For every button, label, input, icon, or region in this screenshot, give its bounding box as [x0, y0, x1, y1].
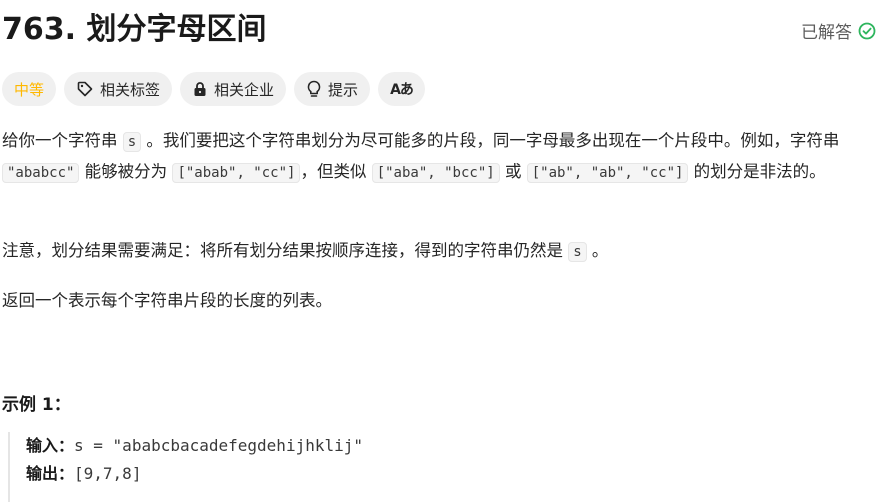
solved-status: 已解答: [801, 18, 876, 43]
inline-code: ["abab", "cc"]: [172, 163, 301, 183]
text: 给你一个字符串: [2, 131, 123, 150]
hint-label: 提示: [328, 80, 359, 99]
tag-bar: 中等 相关标签 相关企业 提示 Aあ: [2, 72, 425, 106]
example-block: 输入：s = "ababcbacadefegdehijhklij" 输出：[9,…: [8, 432, 363, 502]
text: 注意，划分结果需要满足：将所有划分结果按顺序连接，得到的字符串仍然是: [2, 241, 569, 260]
output-value: [9,7,8]: [74, 464, 142, 483]
inline-code: ["aba", "bcc"]: [371, 163, 500, 183]
example-output: 输出：[9,7,8]: [26, 460, 363, 488]
inline-code: s: [122, 132, 142, 152]
check-circle-icon: [858, 22, 876, 40]
title-row: 763. 划分字母区间 已解答: [2, 10, 880, 54]
example-input: 输入：s = "ababcbacadefegdehijhklij": [26, 432, 363, 460]
translate-icon: Aあ: [390, 82, 414, 98]
text: ，但类似: [300, 162, 372, 181]
related-tags-label: 相关标签: [100, 80, 161, 99]
difficulty-badge[interactable]: 中等: [2, 72, 57, 106]
tag-icon: [76, 80, 94, 98]
output-label: 输出：: [26, 464, 75, 483]
description-paragraph-3: 返回一个表示每个字符串片段的长度的列表。: [2, 291, 332, 310]
related-companies-label: 相关企业: [214, 80, 275, 99]
lock-icon: [192, 81, 208, 97]
inline-code: "ababcc": [2, 163, 80, 183]
description-paragraph-1: 给你一个字符串 s 。我们要把这个字符串划分为尽可能多的片段，同一字母最多出现在…: [2, 126, 882, 188]
text: 。: [586, 241, 609, 260]
hint-button[interactable]: 提示: [294, 72, 371, 106]
text: 或: [499, 162, 527, 181]
example-title: 示例 1：: [2, 395, 71, 415]
lightbulb-icon: [306, 80, 322, 98]
text: 。我们要把这个字符串划分为尽可能多的片段，同一字母最多出现在一个片段中。例如，字…: [141, 131, 840, 150]
problem-title: 763. 划分字母区间: [2, 12, 267, 47]
inline-code: ["ab", "ab", "cc"]: [526, 163, 689, 183]
related-companies-button[interactable]: 相关企业: [180, 72, 287, 106]
translate-button[interactable]: Aあ: [378, 72, 425, 106]
solved-label: 已解答: [801, 23, 852, 43]
inline-code: s: [568, 242, 587, 262]
description-paragraph-2: 注意，划分结果需要满足：将所有划分结果按顺序连接，得到的字符串仍然是 s 。: [2, 236, 882, 267]
input-label: 输入：: [26, 436, 75, 455]
text: 的划分是非法的。: [688, 162, 826, 181]
text: 能够被分为: [79, 162, 173, 181]
related-tags-button[interactable]: 相关标签: [64, 72, 173, 106]
input-value: s = "ababcbacadefegdehijhklij": [74, 436, 363, 455]
